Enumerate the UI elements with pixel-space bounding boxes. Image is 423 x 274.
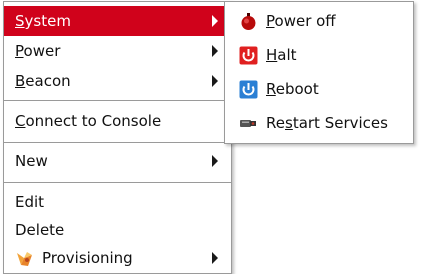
menu-item-connect-to-console[interactable]: Connect to Console: [4, 106, 231, 136]
menu-item-beacon-label: Beacon: [15, 72, 71, 90]
submenu-arrow-icon: [212, 75, 218, 87]
halt-icon: [239, 46, 258, 65]
menu-item-edit[interactable]: Edit: [4, 187, 231, 217]
menu-separator: [4, 100, 231, 101]
submenu-item-restart-services[interactable]: Restart Services: [225, 108, 413, 138]
submenu-arrow-icon: [212, 45, 218, 57]
menu-item-provisioning-label: Provisioning: [42, 249, 133, 267]
menu-item-system-label: System: [15, 12, 71, 30]
menu-separator: [4, 182, 231, 183]
menu-separator: [4, 142, 231, 143]
menu-item-edit-label: Edit: [15, 193, 45, 211]
power-off-icon: [239, 12, 258, 31]
submenu-item-power-off[interactable]: Power off: [225, 6, 413, 36]
submenu-item-reboot-label: Reboot: [266, 80, 319, 98]
menu-item-delete[interactable]: Delete: [4, 215, 231, 245]
menu-item-connect-label: Connect to Console: [15, 112, 162, 130]
menu-item-new[interactable]: New: [4, 146, 231, 176]
provisioning-icon: [15, 249, 34, 268]
reboot-icon: [239, 80, 258, 99]
submenu-item-restart-services-label: Restart Services: [266, 114, 388, 132]
submenu-arrow-icon: [212, 252, 218, 264]
menu-item-new-label: New: [15, 152, 48, 170]
submenu-item-reboot[interactable]: Reboot: [225, 74, 413, 104]
menu-item-provisioning[interactable]: Provisioning: [4, 243, 231, 273]
context-menu: System Power Beacon Connect to Console N…: [3, 1, 232, 274]
submenu-arrow-icon: [212, 15, 218, 27]
submenu-arrow-icon: [212, 155, 218, 167]
menu-item-beacon[interactable]: Beacon: [4, 66, 231, 96]
menu-item-power-label: Power: [15, 42, 61, 60]
submenu-item-halt[interactable]: Halt: [225, 40, 413, 70]
menu-item-power[interactable]: Power: [4, 36, 231, 66]
restart-services-icon: [239, 114, 258, 133]
submenu-item-power-off-label: Power off: [266, 12, 336, 30]
submenu-item-halt-label: Halt: [266, 46, 297, 64]
system-submenu: Power off Halt Reboot Restart Services: [224, 1, 414, 144]
menu-item-delete-label: Delete: [15, 221, 65, 239]
menu-item-system[interactable]: System: [4, 6, 231, 36]
